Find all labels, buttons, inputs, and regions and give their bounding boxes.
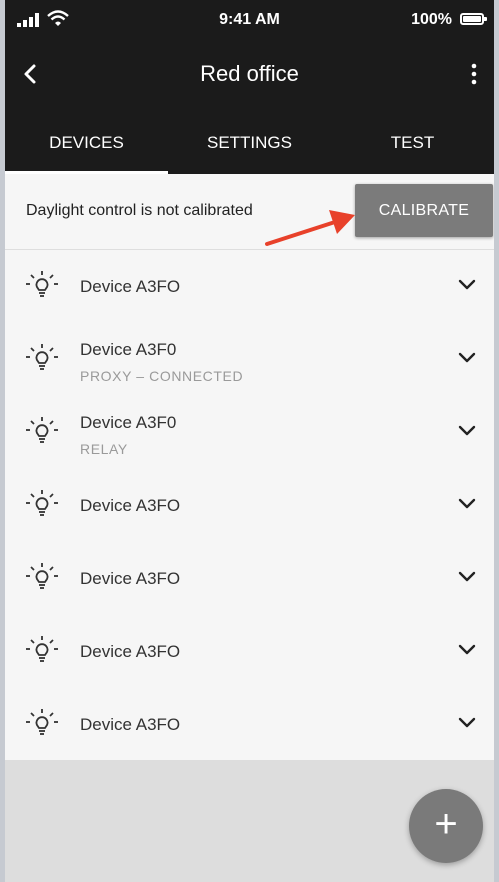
device-row[interactable]: Device A3FO	[5, 469, 494, 542]
device-name: Device A3F0	[80, 413, 177, 432]
tab-bar: DEVICES SETTINGS TEST	[5, 124, 494, 174]
top-bar: 9:41 AM 100% Red office DEVICES SETTINGS…	[5, 0, 494, 174]
add-device-button[interactable]: +	[409, 789, 483, 863]
chevron-down-icon[interactable]	[458, 644, 476, 656]
device-name: Device A3F0	[80, 340, 177, 359]
device-list: Device A3FO Device A3F0 PROXY – CONNECTE…	[5, 250, 494, 761]
app-bar: Red office	[5, 48, 494, 100]
tab-devices[interactable]: DEVICES	[5, 124, 168, 174]
device-name: Device A3FO	[80, 715, 181, 734]
light-bulb-icon	[26, 636, 58, 662]
light-bulb-icon	[26, 271, 58, 297]
page-title: Red office	[200, 61, 299, 86]
device-row[interactable]: Device A3F0 RELAY	[5, 396, 494, 469]
tab-test[interactable]: TEST	[331, 124, 494, 174]
chevron-down-icon[interactable]	[458, 498, 476, 510]
light-bulb-icon	[26, 709, 58, 735]
device-name: Device A3FO	[80, 496, 181, 515]
device-row[interactable]: Device A3FO	[5, 688, 494, 761]
screenshot-right-border	[494, 0, 499, 882]
chevron-down-icon[interactable]	[458, 571, 476, 583]
battery-icon	[460, 13, 487, 25]
device-name: Device A3FO	[80, 642, 181, 661]
plus-icon: +	[434, 802, 458, 846]
device-row[interactable]: Device A3FO	[5, 542, 494, 615]
light-bulb-icon	[26, 344, 58, 370]
device-status: RELAY	[80, 441, 128, 457]
device-name: Device A3FO	[80, 569, 181, 588]
device-name: Device A3FO	[80, 277, 181, 296]
status-bar: 9:41 AM 100%	[5, 0, 494, 40]
chevron-down-icon[interactable]	[458, 352, 476, 364]
device-status: PROXY – CONNECTED	[80, 368, 244, 384]
chevron-down-icon[interactable]	[458, 717, 476, 729]
annotation-arrow-icon	[265, 210, 355, 246]
light-bulb-icon	[26, 417, 58, 443]
device-row[interactable]: Device A3FO	[5, 250, 494, 323]
light-bulb-icon	[26, 490, 58, 516]
chevron-down-icon[interactable]	[458, 425, 476, 437]
device-row[interactable]: Device A3FO	[5, 615, 494, 688]
calibrate-button[interactable]: CALIBRATE	[355, 184, 493, 237]
chevron-down-icon[interactable]	[458, 279, 476, 291]
more-options-icon[interactable]	[464, 62, 484, 86]
calibration-banner: Daylight control is not calibrated CALIB…	[5, 174, 494, 250]
calibration-message: Daylight control is not calibrated	[26, 202, 253, 219]
tab-settings[interactable]: SETTINGS	[168, 124, 331, 174]
phone-screen: 9:41 AM 100% Red office DEVICES SETTINGS…	[5, 0, 494, 882]
light-bulb-icon	[26, 563, 58, 589]
battery-percentage: 100%	[411, 11, 452, 28]
device-row[interactable]: Device A3F0 PROXY – CONNECTED	[5, 323, 494, 396]
